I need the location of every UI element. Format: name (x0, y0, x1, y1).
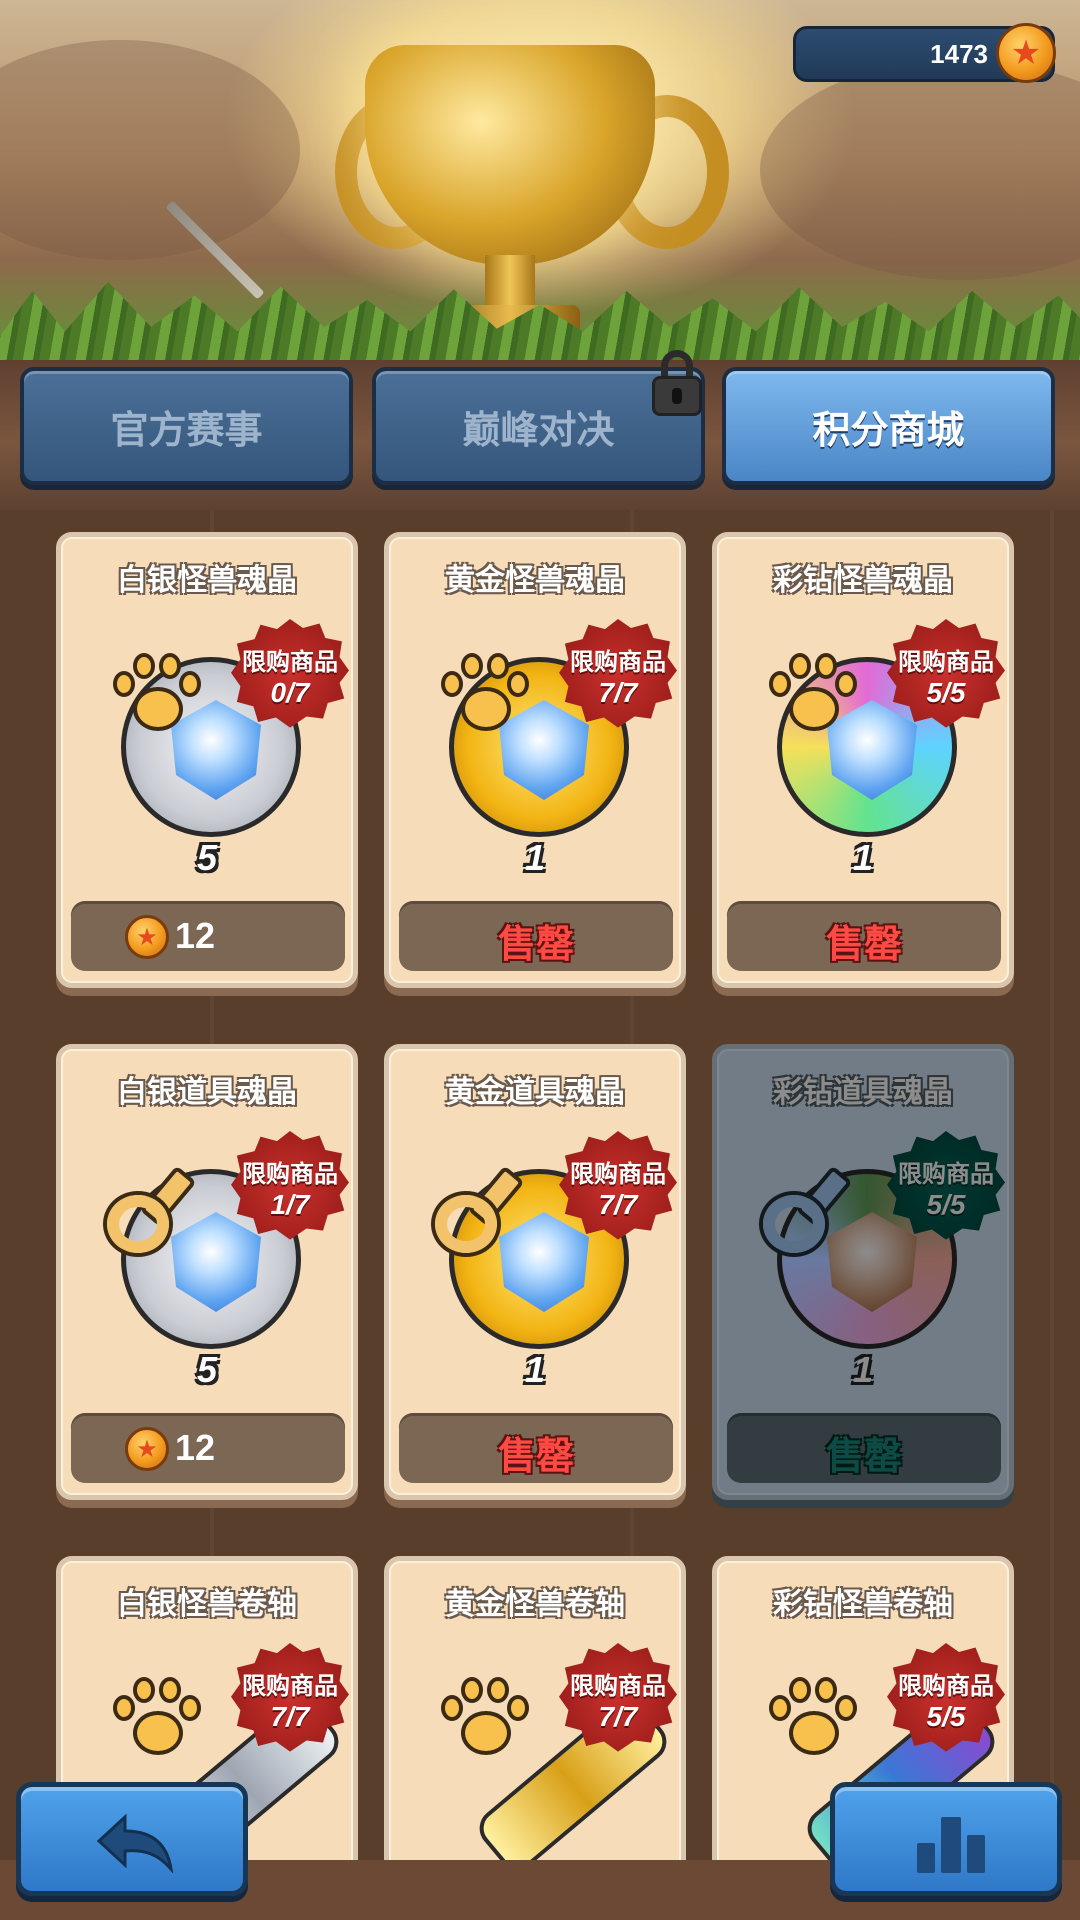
paw-icon (111, 649, 201, 739)
shop-grid: 白银怪兽魂晶 限购商品 0/7 5 ★ 12 黄金怪兽魂晶 限购商品 7/7 1… (0, 510, 1080, 1920)
sold-out-label: 售罄 (825, 922, 902, 966)
leaderboard-icon (917, 1817, 987, 1873)
tab-official-event[interactable]: 官方赛事 (20, 367, 353, 485)
item-title: 白银怪兽魂晶 (117, 563, 297, 598)
item-title: 黄金怪兽魂晶 (445, 563, 625, 598)
back-button[interactable] (16, 1782, 248, 1896)
tab-label: 巅峰对决 (462, 407, 615, 452)
buy-button[interactable]: ★ 12 (71, 901, 345, 971)
shop-item-diamond-monster-crystal[interactable]: 彩钻怪兽魂晶 限购商品 5/5 1 售罄 (712, 532, 1014, 988)
paw-icon (439, 649, 529, 739)
item-title: 黄金怪兽卷轴 (445, 1587, 625, 1622)
limit-count: 5/5 (926, 676, 966, 708)
limit-count: 5/5 (926, 1188, 966, 1220)
limit-count: 7/7 (270, 1700, 310, 1732)
item-title: 白银道具魂晶 (117, 1075, 297, 1110)
key-icon (107, 1157, 203, 1253)
limit-count: 0/7 (270, 676, 310, 708)
limit-count: 7/7 (598, 676, 638, 708)
sold-out-label: 售罄 (497, 1434, 574, 1478)
currency-display: 1473 ★ (793, 23, 1056, 83)
sold-out-label: 售罄 (825, 1434, 902, 1478)
price-value: 12 (175, 1427, 216, 1468)
currency-amount: 1473 (930, 39, 988, 69)
item-quantity: 5 (196, 837, 218, 878)
limit-count: 5/5 (926, 1700, 966, 1732)
limit-count: 1/7 (270, 1188, 310, 1220)
item-title: 彩钻怪兽魂晶 (773, 563, 953, 598)
sold-out-label: 售罄 (497, 922, 574, 966)
price-value: 12 (175, 915, 216, 956)
sold-out-button: 售罄 (399, 1413, 673, 1483)
star-coin-icon: ★ (125, 1427, 169, 1471)
shop-item-gold-monster-crystal[interactable]: 黄金怪兽魂晶 限购商品 7/7 1 售罄 (384, 532, 686, 988)
limit-count: 7/7 (598, 1700, 638, 1732)
shop-item-silver-prop-crystal[interactable]: 白银道具魂晶 限购商品 1/7 5 ★ 12 (56, 1044, 358, 1500)
item-quantity: 1 (852, 1349, 874, 1390)
paw-icon (767, 1673, 857, 1763)
tab-points-mall[interactable]: 积分商城 (722, 367, 1055, 485)
key-icon (763, 1157, 859, 1253)
limit-count: 7/7 (598, 1188, 638, 1220)
item-title: 彩钻怪兽卷轴 (773, 1587, 953, 1622)
shop-item-gold-prop-crystal[interactable]: 黄金道具魂晶 限购商品 7/7 1 售罄 (384, 1044, 686, 1500)
item-title: 白银怪兽卷轴 (117, 1587, 297, 1622)
item-quantity: 1 (852, 837, 874, 878)
star-coin-icon: ★ (125, 915, 169, 959)
item-title: 黄金道具魂晶 (445, 1075, 625, 1110)
paw-icon (111, 1673, 201, 1763)
item-quantity: 1 (524, 837, 546, 878)
grass-decoration (0, 282, 1080, 372)
sold-out-button: 售罄 (727, 901, 1001, 971)
sold-out-button: 售罄 (727, 1413, 1001, 1483)
paw-icon (439, 1673, 529, 1763)
star-coin-icon: ★ (996, 23, 1056, 83)
key-icon (435, 1157, 531, 1253)
shop-item-diamond-prop-crystal[interactable]: 彩钻道具魂晶 限购商品 5/5 1 售罄 (712, 1044, 1014, 1500)
paw-icon (767, 649, 857, 739)
sold-out-button: 售罄 (399, 901, 673, 971)
tab-label: 官方赛事 (110, 407, 263, 452)
tab-label: 积分商城 (812, 407, 965, 452)
lock-icon (652, 350, 702, 416)
back-arrow-icon (96, 1813, 174, 1873)
item-quantity: 1 (524, 1349, 546, 1390)
buy-button[interactable]: ★ 12 (71, 1413, 345, 1483)
shop-item-silver-monster-crystal[interactable]: 白银怪兽魂晶 限购商品 0/7 5 ★ 12 (56, 532, 358, 988)
item-quantity: 5 (196, 1349, 218, 1390)
leaderboard-button[interactable] (830, 1782, 1062, 1896)
item-title: 彩钻道具魂晶 (773, 1075, 953, 1110)
